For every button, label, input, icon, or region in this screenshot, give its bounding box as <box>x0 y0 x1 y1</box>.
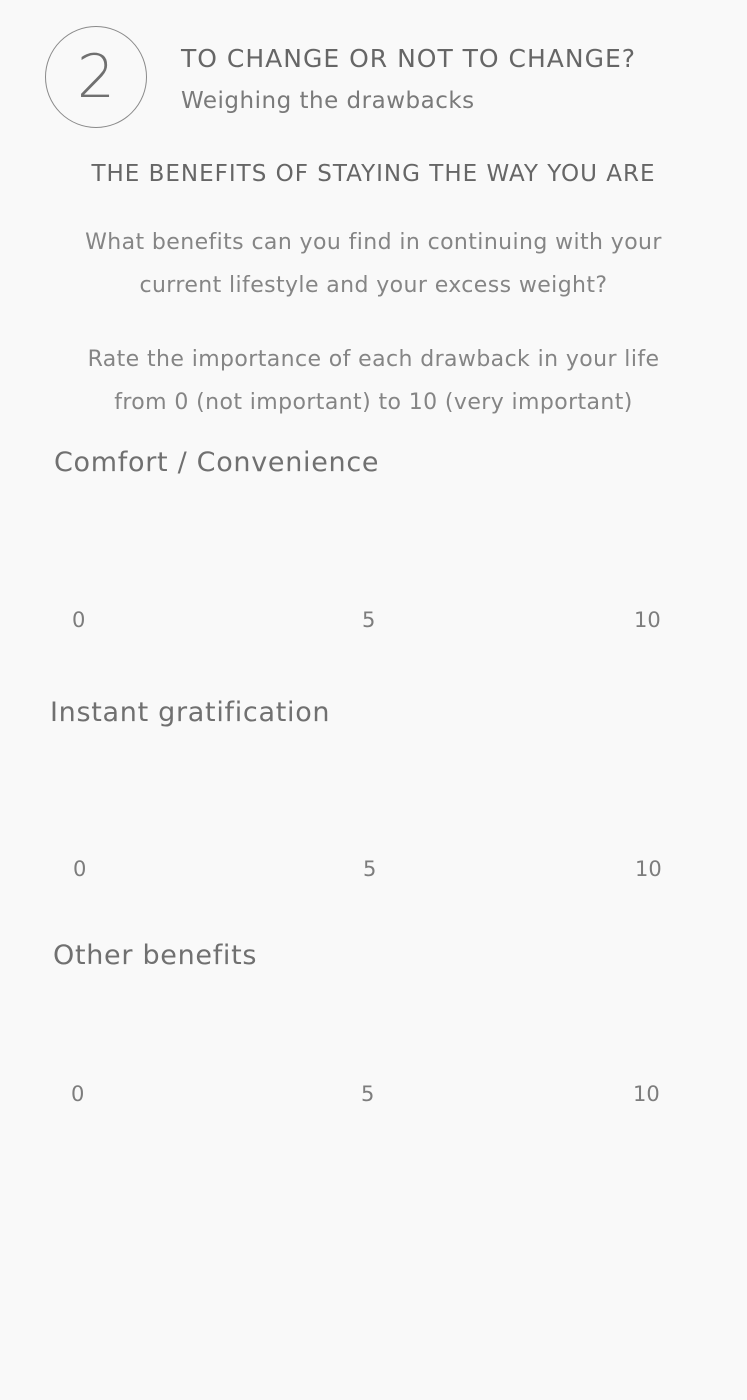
rating-label: Other benefits <box>53 940 258 971</box>
scale-min-label: 0 <box>71 1082 85 1106</box>
rating-label: Comfort / Convenience <box>54 447 380 478</box>
section-title: THE BENEFITS OF STAYING THE WAY YOU ARE <box>91 161 656 187</box>
scale-max-label: 10 <box>635 857 662 881</box>
scale-max-label: 10 <box>633 1082 660 1106</box>
instruction-text: Rate the importance of each drawback in … <box>20 338 727 424</box>
scale-min-label: 0 <box>72 608 86 632</box>
step-number-badge: 2 <box>45 26 147 128</box>
question-line-2: current lifestyle and your excess weight… <box>139 273 608 298</box>
scale-mid-label: 5 <box>363 857 377 881</box>
scale-min-label: 0 <box>73 857 87 881</box>
question-text: What benefits can you find in continuing… <box>20 221 727 307</box>
question-line-1: What benefits can you find in continuing… <box>85 230 662 255</box>
scale-mid-label: 5 <box>361 1082 375 1106</box>
page-title: TO CHANGE OR NOT TO CHANGE? <box>181 44 637 73</box>
instruction-line-1: Rate the importance of each drawback in … <box>87 347 660 372</box>
scale-mid-label: 5 <box>362 608 376 632</box>
step-number: 2 <box>76 42 116 112</box>
instruction-line-2: from 0 (not important) to 10 (very impor… <box>114 390 633 415</box>
rating-label: Instant gratification <box>50 697 331 728</box>
page-subtitle: Weighing the drawbacks <box>181 88 475 114</box>
scale-max-label: 10 <box>634 608 661 632</box>
